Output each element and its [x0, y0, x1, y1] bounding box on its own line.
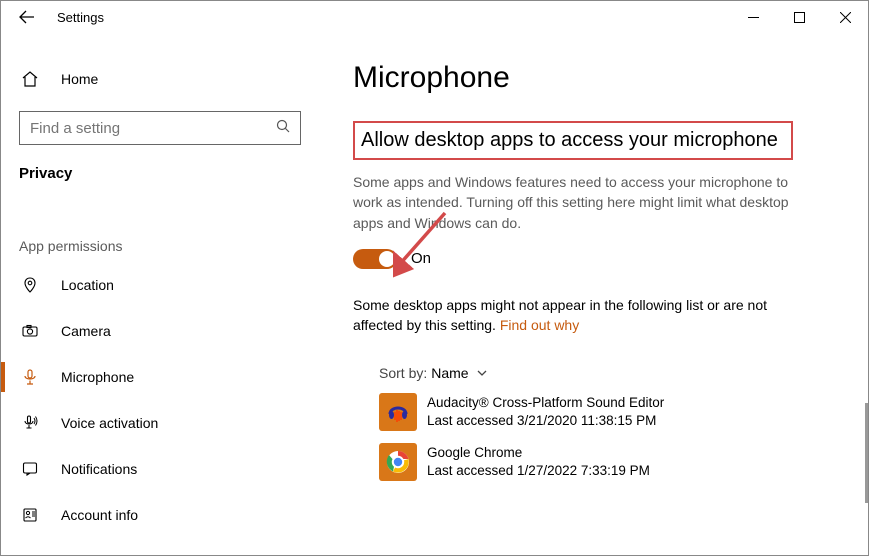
- window-title: Settings: [57, 10, 104, 25]
- audacity-icon: [379, 393, 417, 431]
- sidebar: Home Privacy App permissions Location Ca…: [1, 33, 319, 555]
- close-button[interactable]: [822, 1, 868, 33]
- sidebar-item-label: Location: [61, 277, 114, 293]
- notifications-icon: [19, 460, 41, 478]
- sidebar-item-notifications[interactable]: Notifications: [1, 446, 319, 492]
- home-icon: [19, 70, 41, 88]
- sidebar-item-label: Camera: [61, 323, 111, 339]
- minimize-button[interactable]: [730, 1, 776, 33]
- sort-by-value[interactable]: Name: [431, 365, 488, 381]
- allow-description: Some apps and Windows features need to a…: [353, 172, 803, 233]
- window-controls: [730, 1, 868, 33]
- sidebar-item-camera[interactable]: Camera: [1, 308, 319, 354]
- minimize-icon: [748, 12, 759, 23]
- scrollbar[interactable]: [865, 403, 868, 503]
- sidebar-home-label: Home: [61, 71, 98, 87]
- page-title: Microphone: [353, 61, 834, 95]
- toggle-state-label: On: [411, 250, 431, 267]
- chevron-down-icon: [475, 366, 489, 380]
- note: Some desktop apps might not appear in th…: [353, 295, 803, 336]
- app-last-accessed: Last accessed 3/21/2020 11:38:15 PM: [427, 412, 664, 430]
- sort-by-label: Sort by:: [379, 365, 427, 381]
- sidebar-item-label: Microphone: [61, 369, 134, 385]
- location-icon: [19, 276, 41, 294]
- app-list: Audacity® Cross-Platform Sound Editor La…: [379, 393, 834, 481]
- find-out-why-link[interactable]: Find out why: [500, 317, 579, 333]
- microphone-icon: [19, 368, 41, 386]
- voice-icon: [19, 414, 41, 432]
- sidebar-item-label: Notifications: [61, 461, 137, 477]
- maximize-button[interactable]: [776, 1, 822, 33]
- allow-toggle[interactable]: [353, 249, 397, 269]
- account-icon: [19, 506, 41, 524]
- close-icon: [840, 12, 851, 23]
- content: Microphone Allow desktop apps to access …: [319, 33, 868, 555]
- sidebar-item-label: Account info: [61, 507, 138, 523]
- app-name: Google Chrome: [427, 444, 650, 462]
- sidebar-item-label: Voice activation: [61, 415, 158, 431]
- sidebar-item-microphone[interactable]: Microphone: [1, 354, 319, 400]
- chrome-icon: [379, 443, 417, 481]
- sidebar-item-location[interactable]: Location: [1, 262, 319, 308]
- allow-heading: Allow desktop apps to access your microp…: [361, 129, 785, 152]
- search-input[interactable]: [19, 111, 301, 145]
- sidebar-category: Privacy: [1, 165, 319, 182]
- search-icon: [276, 119, 291, 137]
- sidebar-item-account-info[interactable]: Account info: [1, 492, 319, 538]
- sidebar-section-label: App permissions: [1, 238, 319, 254]
- app-row-chrome[interactable]: Google Chrome Last accessed 1/27/2022 7:…: [379, 443, 834, 481]
- back-button[interactable]: [15, 9, 39, 25]
- app-last-accessed: Last accessed 1/27/2022 7:33:19 PM: [427, 462, 650, 480]
- maximize-icon: [794, 12, 805, 23]
- titlebar: Settings: [1, 1, 868, 33]
- app-name: Audacity® Cross-Platform Sound Editor: [427, 394, 664, 412]
- app-row-audacity[interactable]: Audacity® Cross-Platform Sound Editor La…: [379, 393, 834, 431]
- toggle-knob: [379, 251, 395, 267]
- arrow-left-icon: [19, 9, 35, 25]
- sidebar-item-voice-activation[interactable]: Voice activation: [1, 400, 319, 446]
- sidebar-home[interactable]: Home: [1, 61, 319, 97]
- allow-heading-highlight: Allow desktop apps to access your microp…: [353, 121, 793, 160]
- sort-by: Sort by: Name: [379, 365, 834, 381]
- camera-icon: [19, 322, 41, 340]
